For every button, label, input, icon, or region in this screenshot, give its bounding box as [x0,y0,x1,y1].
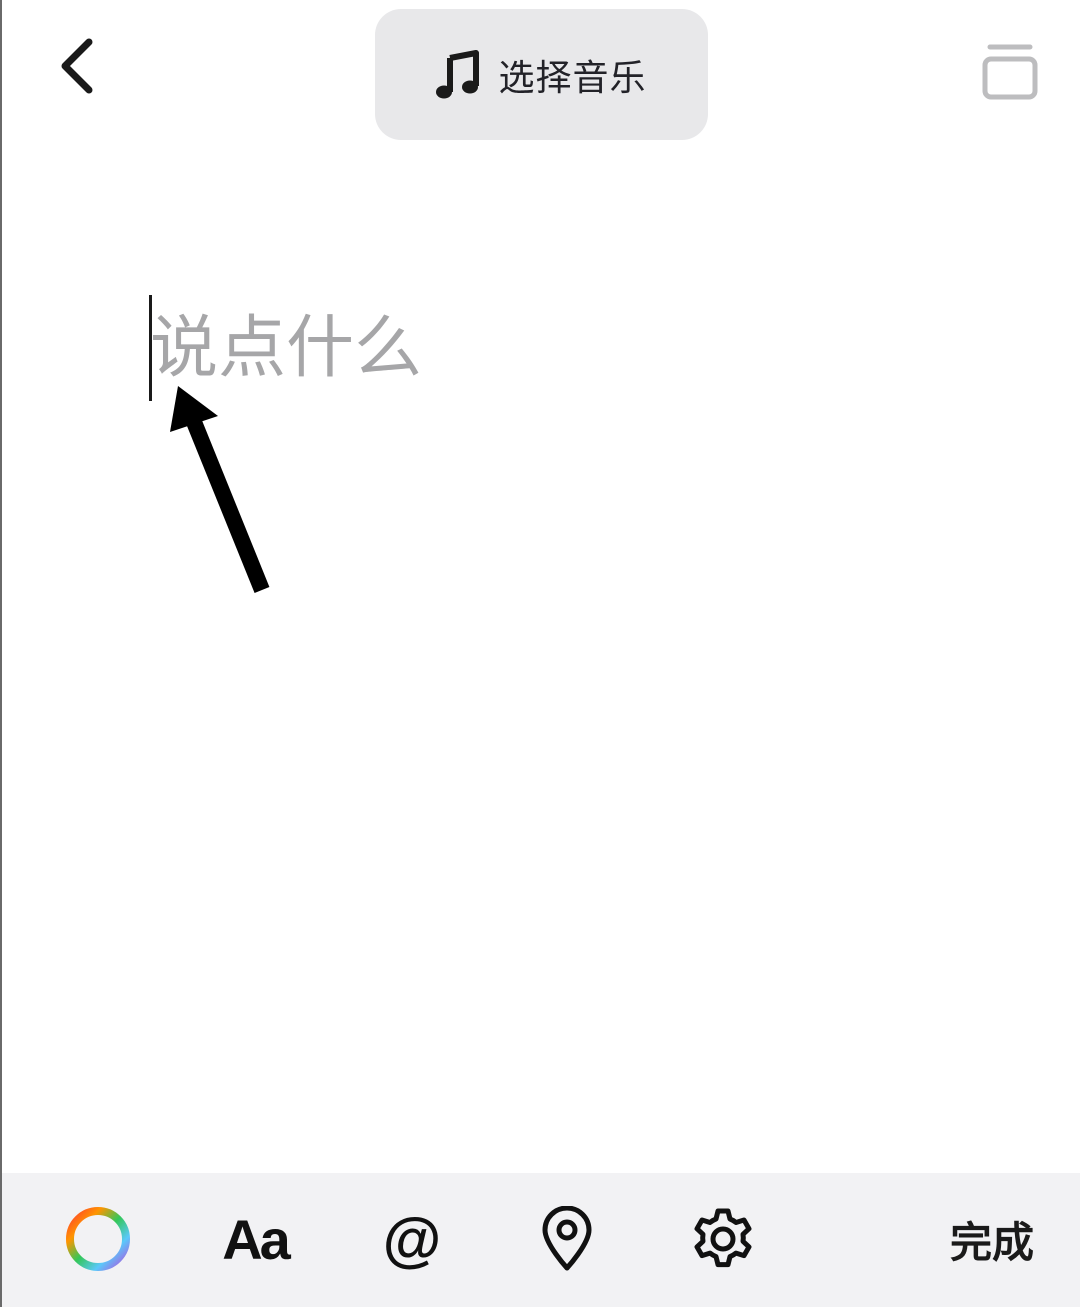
back-button[interactable] [42,26,112,106]
stack-button[interactable] [974,36,1046,108]
location-button[interactable] [532,1199,602,1279]
select-music-label: 选择音乐 [498,57,647,99]
music-note-icon [436,49,480,100]
font-style-button[interactable]: Aa [210,1199,300,1279]
mention-label: @ [382,1205,442,1273]
annotation-arrow [170,386,270,594]
text-editor-screen: 选择音乐 说点什么 Aa @ 完成 [0,0,1080,1307]
settings-button[interactable] [686,1199,760,1279]
chevron-left-icon [61,38,93,94]
location-pin-icon [542,1206,592,1271]
mention-button[interactable]: @ [372,1199,452,1279]
select-music-button[interactable]: 选择音乐 [375,9,708,140]
bottom-toolbar: Aa @ 完成 [2,1173,1080,1307]
color-wheel-icon [66,1207,130,1271]
stack-icon [982,44,1038,100]
gear-icon [694,1208,752,1268]
font-style-label: Aa [222,1207,291,1271]
done-button[interactable]: 完成 [932,1199,1052,1279]
done-label: 完成 [949,1217,1034,1267]
color-button[interactable] [60,1199,136,1279]
